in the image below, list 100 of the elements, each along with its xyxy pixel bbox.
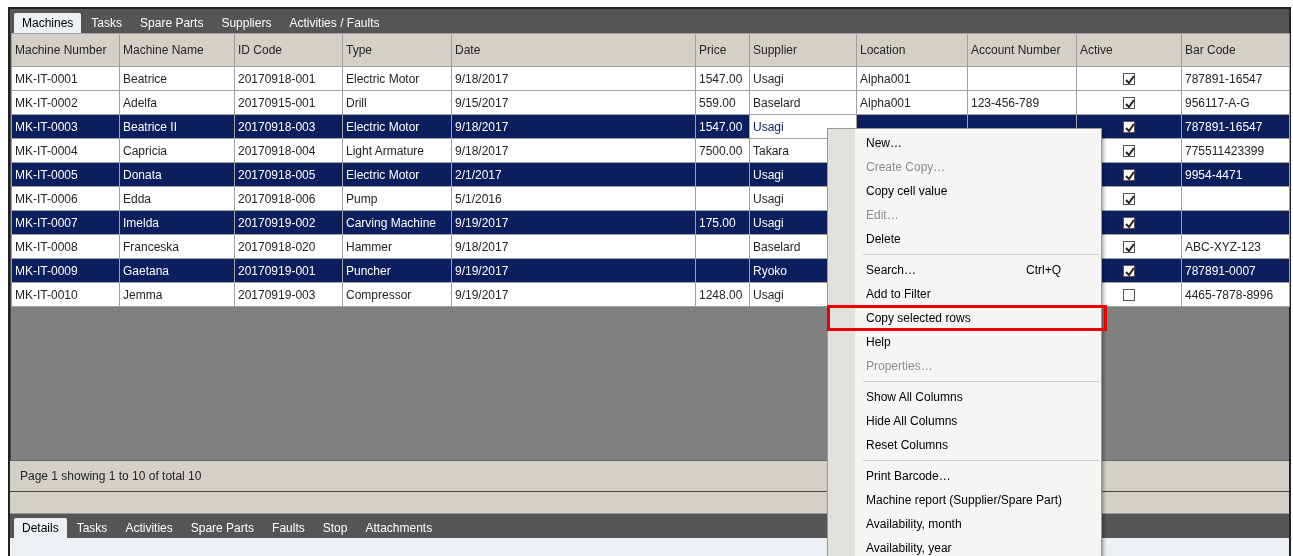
table-cell: 20170919-003 bbox=[234, 282, 343, 307]
table-cell: 20170919-002 bbox=[234, 210, 343, 235]
table-cell: 123-456-789 bbox=[967, 90, 1077, 115]
menu-item[interactable]: Show All Columns bbox=[828, 385, 1101, 409]
table-cell: 20170918-005 bbox=[234, 162, 343, 187]
table-cell: MK-IT-0002 bbox=[11, 90, 120, 115]
checkbox[interactable] bbox=[1123, 97, 1135, 110]
menu-item[interactable]: Copy selected rows bbox=[828, 306, 1106, 330]
table-cell: 787891-16547 bbox=[1181, 114, 1290, 139]
checkbox[interactable] bbox=[1123, 193, 1135, 206]
table-cell: 9/19/2017 bbox=[451, 210, 696, 235]
checkbox[interactable] bbox=[1123, 169, 1135, 182]
table-cell: 787891-0007 bbox=[1181, 258, 1290, 283]
checkbox[interactable] bbox=[1123, 217, 1135, 230]
table-cell: MK-IT-0003 bbox=[11, 114, 120, 139]
tab[interactable]: Suppliers bbox=[213, 13, 280, 33]
table-cell: Jemma bbox=[119, 282, 235, 307]
table-cell: 9/18/2017 bbox=[451, 114, 696, 139]
table-cell: 20170918-004 bbox=[234, 138, 343, 163]
tab[interactable]: Faults bbox=[264, 518, 313, 538]
table-cell: Imelda bbox=[119, 210, 235, 235]
table-cell: Electric Motor bbox=[342, 114, 452, 139]
table-cell: 9/18/2017 bbox=[451, 66, 696, 91]
checkbox[interactable] bbox=[1123, 73, 1135, 86]
table-cell: 20170918-001 bbox=[234, 66, 343, 91]
column-header[interactable]: Account Number bbox=[967, 33, 1077, 67]
column-header[interactable]: Type bbox=[342, 33, 452, 67]
table-cell: MK-IT-0001 bbox=[11, 66, 120, 91]
table-cell: Compressor bbox=[342, 282, 452, 307]
checkbox[interactable] bbox=[1123, 265, 1135, 278]
menu-item[interactable]: Machine report (Supplier/Spare Part) bbox=[828, 488, 1101, 512]
table-cell: 9/19/2017 bbox=[451, 258, 696, 283]
table-cell: 956117-A-G bbox=[1181, 90, 1290, 115]
table-cell: ABC-XYZ-123 bbox=[1181, 234, 1290, 259]
table-cell: MK-IT-0008 bbox=[11, 234, 120, 259]
table-cell: Beatrice bbox=[119, 66, 235, 91]
table-cell: MK-IT-0009 bbox=[11, 258, 120, 283]
menu-item[interactable]: Help bbox=[828, 330, 1101, 354]
column-header[interactable]: Supplier bbox=[749, 33, 857, 67]
table-cell: 20170918-020 bbox=[234, 234, 343, 259]
menu-item[interactable]: Print Barcode… bbox=[828, 464, 1101, 488]
checkbox[interactable] bbox=[1123, 241, 1135, 254]
table-cell: 20170919-001 bbox=[234, 258, 343, 283]
checkbox[interactable] bbox=[1123, 289, 1135, 302]
table-cell: MK-IT-0005 bbox=[11, 162, 120, 187]
table-cell: 20170918-003 bbox=[234, 114, 343, 139]
table-cell: Edda bbox=[119, 186, 235, 211]
column-header[interactable]: ID Code bbox=[234, 33, 343, 67]
tab[interactable]: Spare Parts bbox=[182, 518, 263, 538]
status-text: Page 1 showing 1 to 10 of total 10 bbox=[20, 469, 202, 483]
tab[interactable]: Machines bbox=[14, 13, 82, 33]
table-cell: Carving Machine bbox=[342, 210, 452, 235]
table-cell: 2/1/2017 bbox=[451, 162, 696, 187]
table-cell: Pump bbox=[342, 186, 452, 211]
table-cell: 9/18/2017 bbox=[451, 138, 696, 163]
menu-item[interactable]: Hide All Columns bbox=[828, 409, 1101, 433]
tab[interactable]: Details bbox=[14, 518, 67, 538]
table-cell: Electric Motor bbox=[342, 162, 452, 187]
table-cell: 20170915-001 bbox=[234, 90, 343, 115]
table-cell: 775511423399 bbox=[1181, 138, 1290, 163]
tab[interactable]: Spare Parts bbox=[132, 13, 212, 33]
table-cell: 9/18/2017 bbox=[451, 234, 696, 259]
table-cell: 9954-4471 bbox=[1181, 162, 1290, 187]
column-header[interactable]: Machine Number bbox=[11, 33, 120, 67]
table-cell: 20170918-006 bbox=[234, 186, 343, 211]
table-cell: Franceska bbox=[119, 234, 235, 259]
table-cell: Hammer bbox=[342, 234, 452, 259]
column-header[interactable]: Date bbox=[451, 33, 696, 67]
table-cell: Baselard bbox=[749, 90, 857, 115]
table-cell: Drill bbox=[342, 90, 452, 115]
tab[interactable]: Tasks bbox=[83, 13, 131, 33]
table-cell: Alpha001 bbox=[856, 90, 968, 115]
column-header[interactable]: Bar Code bbox=[1181, 33, 1290, 67]
menu-item[interactable]: Availability, month bbox=[828, 512, 1101, 536]
table-cell: Alpha001 bbox=[856, 66, 968, 91]
table-cell: Adelfa bbox=[119, 90, 235, 115]
tab[interactable]: Attachments bbox=[357, 518, 441, 538]
table-cell: Light Armature bbox=[342, 138, 452, 163]
table-cell: Donata bbox=[119, 162, 235, 187]
column-header[interactable]: Location bbox=[856, 33, 968, 67]
checkbox[interactable] bbox=[1123, 145, 1135, 158]
table-cell: Gaetana bbox=[119, 258, 235, 283]
table-cell: MK-IT-0010 bbox=[11, 282, 120, 307]
column-header[interactable]: Active bbox=[1076, 33, 1182, 67]
table-cell: MK-IT-0007 bbox=[11, 210, 120, 235]
table-cell: Beatrice II bbox=[119, 114, 235, 139]
table-cell: 787891-16547 bbox=[1181, 66, 1290, 91]
table-cell: Electric Motor bbox=[342, 66, 452, 91]
column-header[interactable]: Machine Name bbox=[119, 33, 235, 67]
tab[interactable]: Stop bbox=[314, 518, 356, 538]
checkbox[interactable] bbox=[1123, 121, 1135, 134]
column-header[interactable]: Price bbox=[695, 33, 750, 67]
tab[interactable]: Tasks bbox=[68, 518, 116, 538]
menu-item[interactable]: Reset Columns bbox=[828, 433, 1101, 457]
tab[interactable]: Activities bbox=[117, 518, 181, 538]
table-cell: 9/15/2017 bbox=[451, 90, 696, 115]
menu-item[interactable]: Availability, year bbox=[828, 536, 1101, 556]
table-cell: 9/19/2017 bbox=[451, 282, 696, 307]
tab[interactable]: Activities / Faults bbox=[281, 13, 388, 33]
table-cell: 5/1/2016 bbox=[451, 186, 696, 211]
